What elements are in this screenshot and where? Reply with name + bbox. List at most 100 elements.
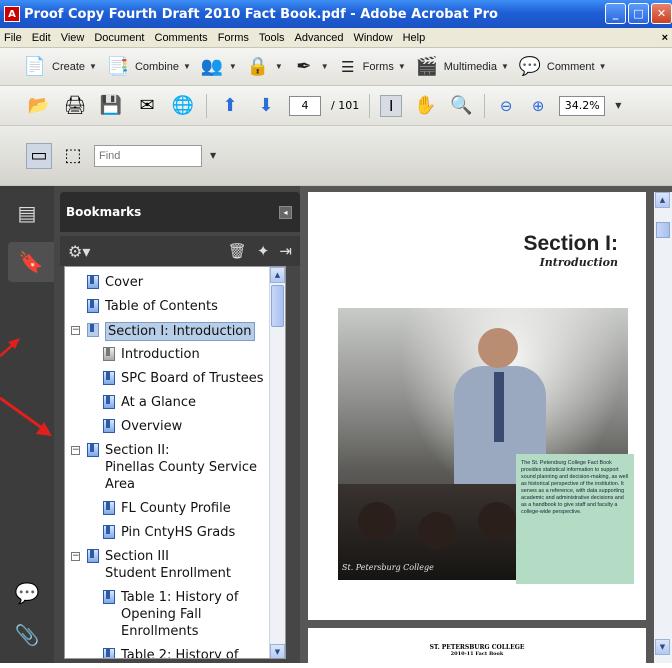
document-view[interactable]: Section I: Introduction St. Petersburg C… [300,186,672,668]
bookmarks-panel: Bookmarks ◂ ⚙▾ 🗑 ✦ ⇥ Cover Table of Cont… [54,186,300,663]
scroll-up-icon[interactable]: ▲ [655,192,670,208]
next-page-icon[interactable]: ⬇ [253,93,279,119]
comment-button[interactable]: 💬 Comment ▼ [517,54,607,80]
expand-bookmark-icon[interactable]: ⇥ [279,242,292,260]
fit-width-icon[interactable]: ▭ [26,142,52,169]
bookmarks-scrollbar[interactable]: ▲ ▼ [269,267,285,658]
document-close-icon[interactable]: × [662,32,668,44]
instructor-tie [494,372,504,442]
new-bookmark-icon[interactable]: ✦ [257,242,270,260]
menu-forms[interactable]: Forms [218,32,249,44]
menu-view[interactable]: View [61,32,85,44]
menu-comments[interactable]: Comments [155,32,208,44]
menu-document[interactable]: Document [94,32,144,44]
multimedia-button[interactable]: 🎬 Multimedia ▼ [414,54,509,80]
email-icon[interactable]: ✉ [134,93,160,119]
bookmark-section-3[interactable]: Section III Student Enrollment [87,548,231,582]
save-icon[interactable]: 💾 [98,93,124,119]
menu-bar: File Edit View Document Comments Forms T… [0,28,672,48]
zoom-in-icon[interactable]: ⊕ [527,95,549,117]
menu-advanced[interactable]: Advanced [295,32,344,44]
navigation-toolbar: 📂 🖨 💾 ✉ 🌐 ⬆ ⬇ 4 / 101 I ✋ 🔍 ⊖ ⊕ 34.2% ▼ [0,86,672,126]
bookmark-label: Opening Fall [121,607,202,622]
collapse-section-1[interactable]: − [71,326,80,335]
find-options-icon[interactable]: ▼ [210,151,216,160]
bookmark-table-2[interactable]: Table 2: History of [103,647,238,658]
gear-icon[interactable]: ⚙▾ [68,242,90,261]
collapse-section-2[interactable]: − [71,446,80,455]
acrobat-app-icon: A [4,6,20,22]
bookmark-introduction[interactable]: Introduction [103,346,200,363]
open-folder-icon[interactable]: 📂 [26,93,52,119]
bookmark-pin-cnty-hs-grads[interactable]: Pin CntyHS Grads [103,524,235,541]
web-collaborate-icon[interactable]: 🌐 [170,93,196,119]
previous-page-icon[interactable]: ⬆ [217,93,243,119]
maximize-button[interactable]: □ [628,3,649,24]
pdf-next-page: ST. PETERSBURG COLLEGE 2010-11 Fact Book [308,628,646,668]
bookmark-table-of-contents[interactable]: Table of Contents [87,298,218,315]
bookmark-section-1-introduction[interactable]: Section I: Introduction [87,322,255,341]
page-header-college: ST. PETERSBURG COLLEGE [429,644,525,651]
menu-file[interactable]: File [4,32,22,44]
bookmark-label-multiline: Section II: Pinellas County Service Area [105,442,257,493]
scrollbar-thumb[interactable] [271,285,284,327]
scroll-down-icon[interactable]: ▼ [655,639,670,655]
page-number-input[interactable]: 4 [289,95,321,116]
bookmark-label: Section I: Introduction [105,322,255,341]
bookmark-at-a-glance[interactable]: At a Glance [103,394,196,411]
marquee-zoom-icon[interactable]: 🔍 [448,93,474,119]
menu-edit[interactable]: Edit [32,32,51,44]
bookmark-icon [103,648,115,658]
scroll-up-icon[interactable]: ▲ [270,267,285,283]
chevron-down-icon: ▼ [228,62,237,71]
delete-bookmark-icon[interactable]: 🗑 [228,242,247,260]
pages-panel-icon[interactable]: ▤ [14,200,40,226]
secure-button[interactable]: 🔒 ▼ [245,54,283,80]
print-icon[interactable]: 🖨 [62,93,88,119]
minimize-button[interactable]: _ [605,3,626,24]
collapse-panel-icon[interactable]: ◂ [279,206,292,219]
select-tool-icon[interactable]: I [380,94,403,117]
forms-label: Forms [362,60,394,73]
create-button[interactable]: 📄 Create ▼ [22,54,97,80]
attachments-panel-icon[interactable]: 📎 [14,622,40,648]
bookmarks-panel-icon[interactable]: 🔖 [8,242,54,282]
close-button[interactable]: ✕ [651,3,672,24]
find-input[interactable] [94,144,202,167]
comment-label: Comment [546,60,595,73]
bookmark-icon [87,323,99,337]
chevron-down-icon: ▼ [274,62,283,71]
bookmark-cover[interactable]: Cover [87,274,143,291]
zoom-level-input[interactable]: 34.2% [559,95,606,116]
combine-button[interactable]: 📑 Combine ▼ [105,54,191,80]
bookmark-overview[interactable]: Overview [103,418,182,435]
scroll-down-icon[interactable]: ▼ [270,644,285,658]
collaborate-button[interactable]: 👥 ▼ [199,54,237,80]
bookmark-label: Table 1: History of [121,590,239,605]
bookmark-spc-board-of-trustees[interactable]: SPC Board of Trustees [103,370,264,387]
bookmark-fl-county-profile[interactable]: FL County Profile [103,500,231,517]
chevron-down-icon: ▼ [397,62,406,71]
bookmark-label: Pinellas County Service [105,460,257,475]
menu-window[interactable]: Window [353,32,392,44]
bookmark-table-1[interactable]: Table 1: History of Opening Fall Enrollm… [103,589,238,640]
bookmark-section-2[interactable]: Section II: Pinellas County Service Area [87,442,257,493]
comments-panel-icon[interactable]: 💬 [14,580,40,606]
page-header-factbook: 2010-11 Fact Book [450,651,504,657]
bookmarks-title: Bookmarks [66,205,142,219]
fit-page-icon[interactable]: ⬚ [60,143,86,169]
forms-button[interactable]: ☰ Forms ▼ [337,56,406,78]
sign-button[interactable]: ✒ ▼ [291,54,328,80]
menu-help[interactable]: Help [403,32,426,44]
zoom-dropdown-icon[interactable]: ▼ [615,101,621,110]
bookmark-icon [103,501,115,515]
document-scrollbar[interactable]: ▲ ▼ [654,192,672,663]
tasks-toolbar: 📄 Create ▼ 📑 Combine ▼ 👥 ▼ 🔒 ▼ ✒ ▼ ☰ For… [0,48,672,86]
hand-tool-icon[interactable]: ✋ [412,93,438,119]
scrollbar-thumb[interactable] [656,222,670,238]
collapse-section-3[interactable]: − [71,552,80,561]
bookmark-label: Introduction [121,347,200,362]
student-head [478,502,516,540]
zoom-out-icon[interactable]: ⊖ [495,95,517,117]
menu-tools[interactable]: Tools [259,32,285,44]
